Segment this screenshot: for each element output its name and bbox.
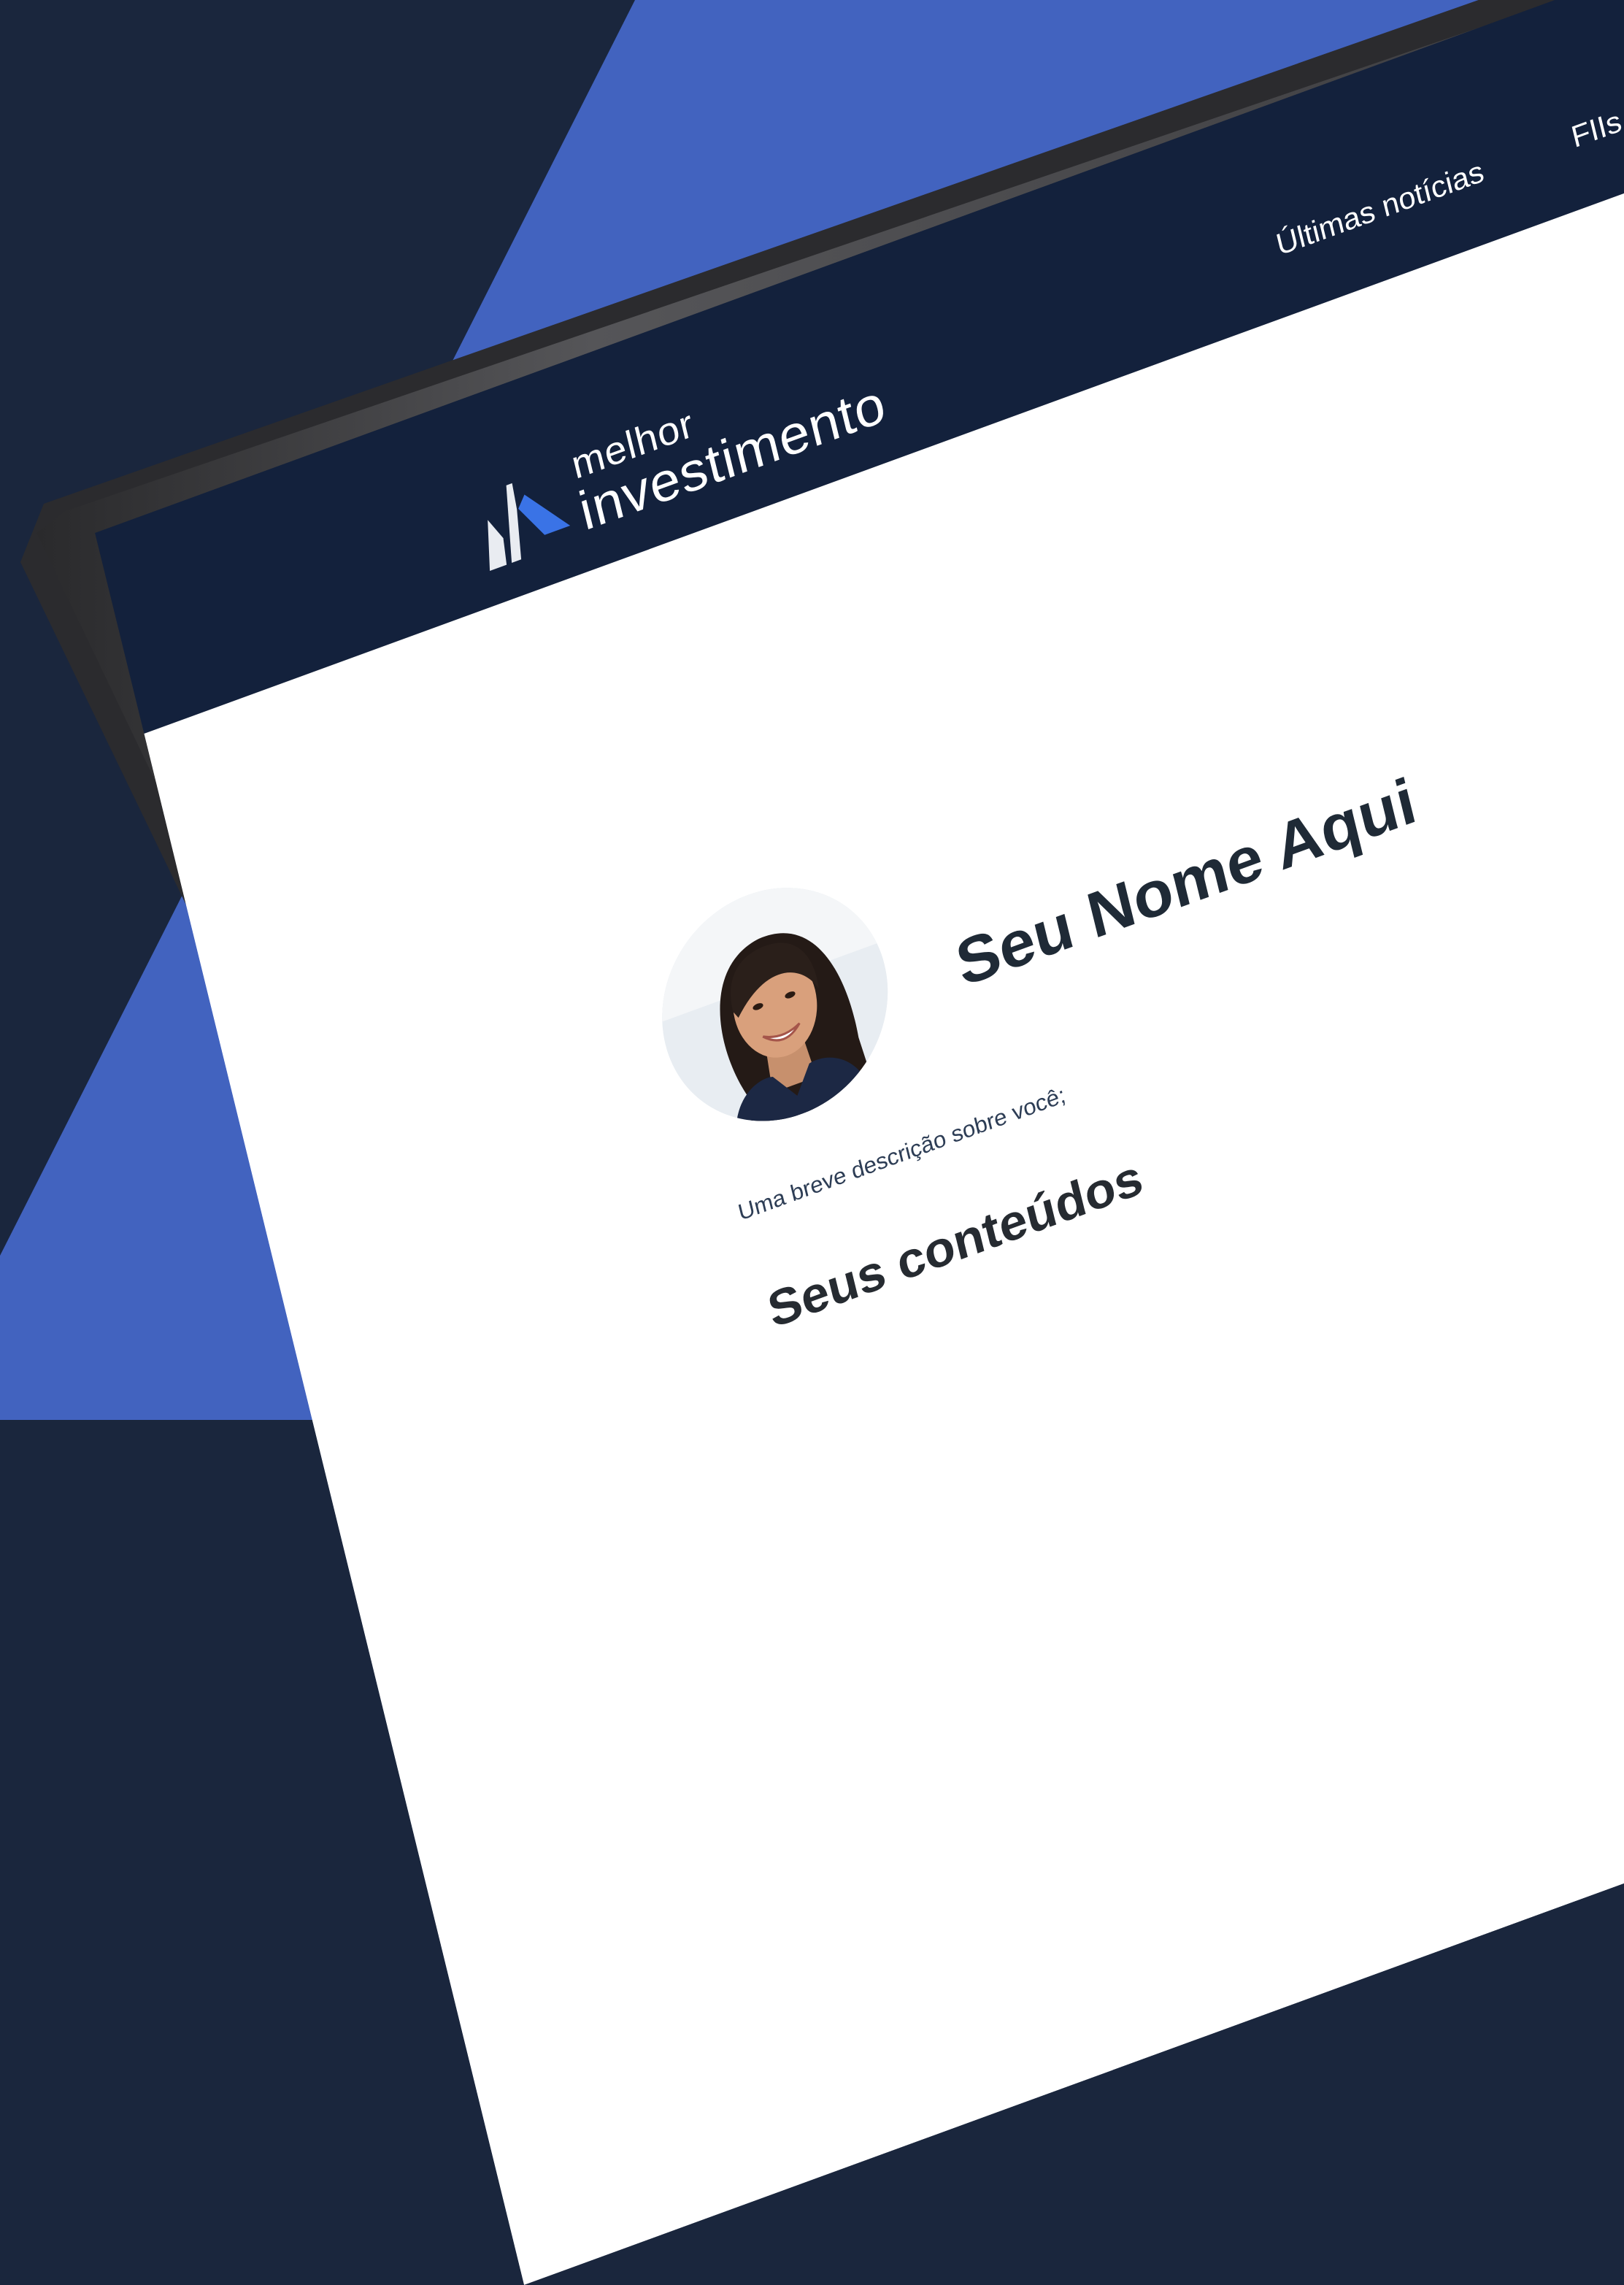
avatar-photo xyxy=(638,855,912,1154)
nav-item-ultimas-noticias[interactable]: Últimas notícias xyxy=(1273,155,1487,263)
logo-mark-icon xyxy=(488,483,571,571)
nav-item-fiis[interactable]: FIIs xyxy=(1569,104,1624,155)
avatar xyxy=(638,855,912,1154)
profile-name: Seu Nome Aqui xyxy=(949,764,1423,1001)
device-mockup: melhor investimento Últimas notícias FII… xyxy=(0,0,1624,2285)
